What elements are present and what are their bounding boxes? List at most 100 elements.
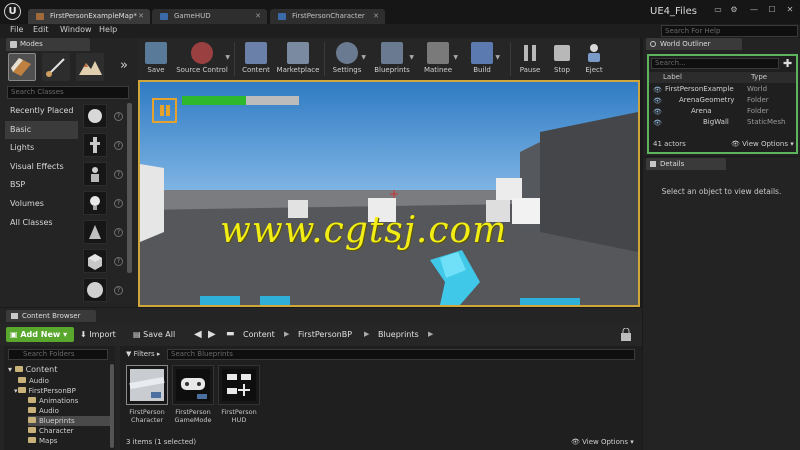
save-all-button[interactable]: ▤ Save All: [133, 327, 175, 342]
breadcrumb-blueprints[interactable]: Blueprints: [378, 327, 419, 342]
back-arrow-icon[interactable]: ◀: [194, 327, 202, 342]
asset-firstperson-hud[interactable]: FirstPerson HUD: [218, 365, 260, 431]
close-icon[interactable]: ✕: [373, 9, 379, 24]
help-icon[interactable]: ?: [114, 257, 123, 266]
category-basic[interactable]: Basic: [5, 121, 78, 139]
stop-button[interactable]: Stop: [548, 38, 576, 80]
hud-pause-button[interactable]: [152, 98, 177, 123]
minimize-icon[interactable]: —: [748, 5, 760, 15]
help-icon[interactable]: ?: [114, 170, 123, 179]
folder-row-blueprints[interactable]: Blueprints: [28, 416, 110, 426]
outliner-view-options-button[interactable]: 👁 View Options ▾: [731, 140, 794, 148]
pawn-thumb[interactable]: [83, 162, 107, 186]
folder-row-content[interactable]: ▾ Content: [8, 365, 110, 375]
cube-thumb[interactable]: [83, 249, 107, 273]
category-lights[interactable]: Lights: [5, 139, 78, 157]
pause-button[interactable]: Pause: [516, 38, 544, 80]
tab-gamehud[interactable]: GameHUD ✕: [152, 9, 267, 24]
source-control-button[interactable]: Source Control ▼: [174, 38, 230, 80]
empty-actor-thumb[interactable]: [83, 104, 107, 128]
menu-file[interactable]: File: [10, 25, 23, 34]
asset-firstperson-character[interactable]: FirstPerson Character: [126, 365, 168, 431]
folder-row-character[interactable]: Character: [28, 426, 110, 436]
filters-button[interactable]: ▼ Filters ▸: [126, 349, 160, 360]
close-icon[interactable]: ✕: [255, 9, 261, 24]
lock-icon[interactable]: [616, 328, 636, 342]
chevron-down-icon[interactable]: ▼: [225, 54, 230, 61]
sphere-thumb[interactable]: [83, 278, 107, 302]
chevron-right-icon[interactable]: ▶: [284, 327, 289, 342]
folder-row-maps[interactable]: Maps: [28, 436, 110, 446]
folders-scrollbar[interactable]: [110, 364, 114, 448]
chevron-right-icon[interactable]: ▶: [364, 327, 369, 342]
menu-window[interactable]: Window: [60, 25, 92, 34]
point-light-thumb[interactable]: [83, 191, 107, 215]
search-assets-input[interactable]: Search Blueprints: [167, 349, 635, 360]
expand-modes-icon[interactable]: »: [120, 58, 128, 73]
eye-icon[interactable]: 👁: [653, 119, 662, 127]
settings-icon[interactable]: ⚙: [728, 5, 740, 15]
matinee-button[interactable]: Matinee ▼: [418, 38, 458, 80]
eye-icon[interactable]: 👁: [653, 97, 662, 105]
import-button[interactable]: ⬇ Import: [80, 327, 116, 342]
tab-firstperson-example-map[interactable]: FirstPersonExampleMap* ✕: [28, 9, 150, 24]
folder-row-audio[interactable]: Audio: [18, 376, 110, 386]
blueprints-button[interactable]: Blueprints ▼: [370, 38, 414, 80]
chevron-down-icon[interactable]: ▼: [361, 54, 366, 61]
asset-firstperson-gamemode[interactable]: FirstPerson GameMode: [172, 365, 214, 431]
player-start-thumb[interactable]: [83, 220, 107, 244]
modes-scrollbar[interactable]: [127, 103, 132, 273]
breadcrumb-firstpersonbp[interactable]: FirstPersonBP: [298, 327, 352, 342]
content-button[interactable]: Content: [238, 38, 274, 80]
paint-mode-button[interactable]: [42, 53, 70, 81]
menu-edit[interactable]: Edit: [33, 25, 49, 34]
outliner-search-input[interactable]: Search...: [651, 58, 779, 69]
character-thumb[interactable]: [83, 133, 107, 157]
category-visual-effects[interactable]: Visual Effects: [5, 158, 78, 176]
outliner-row[interactable]: 👁 FirstPersonExample World: [649, 85, 796, 96]
help-search-input[interactable]: Search For Help: [661, 25, 798, 37]
help-icon[interactable]: ?: [114, 199, 123, 208]
notifications-icon[interactable]: ▭: [712, 5, 724, 15]
category-all-classes[interactable]: All Classes: [5, 214, 78, 232]
chevron-down-icon[interactable]: ▼: [409, 54, 414, 61]
forward-arrow-icon[interactable]: ▶: [208, 327, 216, 342]
help-icon[interactable]: ?: [114, 228, 123, 237]
settings-button[interactable]: Settings ▼: [328, 38, 366, 80]
breadcrumb-content[interactable]: Content: [243, 327, 275, 342]
build-button[interactable]: Build ▼: [464, 38, 500, 80]
modes-tab[interactable]: Modes: [6, 38, 90, 51]
search-folders-input[interactable]: Search Folders: [8, 349, 108, 360]
eye-icon[interactable]: 👁: [653, 108, 662, 116]
category-recently-placed[interactable]: Recently Placed: [5, 102, 78, 120]
folder-icon[interactable]: ▬: [226, 327, 235, 342]
help-icon[interactable]: ?: [114, 286, 123, 295]
chevron-right-icon[interactable]: ▶: [428, 327, 433, 342]
add-actor-icon[interactable]: ✚: [783, 57, 792, 70]
search-classes-input[interactable]: Search Classes: [7, 86, 129, 99]
add-new-button[interactable]: ▣ Add New ▾: [6, 327, 74, 342]
level-viewport[interactable]: www.cgtsj.com: [138, 80, 640, 307]
category-bsp[interactable]: BSP: [5, 176, 78, 194]
tab-firstperson-character[interactable]: FirstPersonCharacter ✕: [270, 9, 385, 24]
category-volumes[interactable]: Volumes: [5, 195, 78, 213]
marketplace-button[interactable]: Marketplace: [276, 38, 320, 80]
help-icon[interactable]: ?: [114, 112, 123, 121]
maximize-icon[interactable]: ☐: [766, 5, 778, 15]
folder-row-audio-bp[interactable]: Audio: [28, 406, 110, 416]
help-icon[interactable]: ?: [114, 141, 123, 150]
outliner-row[interactable]: 👁 BigWall StaticMesh: [649, 118, 796, 129]
outliner-row[interactable]: 👁 Arena Folder: [649, 107, 796, 118]
place-mode-button[interactable]: [8, 53, 36, 81]
content-view-options-button[interactable]: 👁 View Options ▾: [571, 438, 634, 446]
content-browser-tab[interactable]: Content Browser: [6, 310, 96, 322]
chevron-down-icon[interactable]: ▼: [453, 54, 458, 61]
close-icon[interactable]: ✕: [138, 9, 144, 24]
column-label[interactable]: Label: [663, 73, 682, 81]
menu-help[interactable]: Help: [99, 25, 117, 34]
outliner-row[interactable]: 👁 ArenaGeometry Folder: [649, 96, 796, 107]
folder-row-animations[interactable]: Animations: [28, 396, 110, 406]
details-tab[interactable]: Details: [646, 158, 726, 170]
eject-button[interactable]: Eject: [580, 38, 608, 80]
save-button[interactable]: Save: [142, 38, 170, 80]
